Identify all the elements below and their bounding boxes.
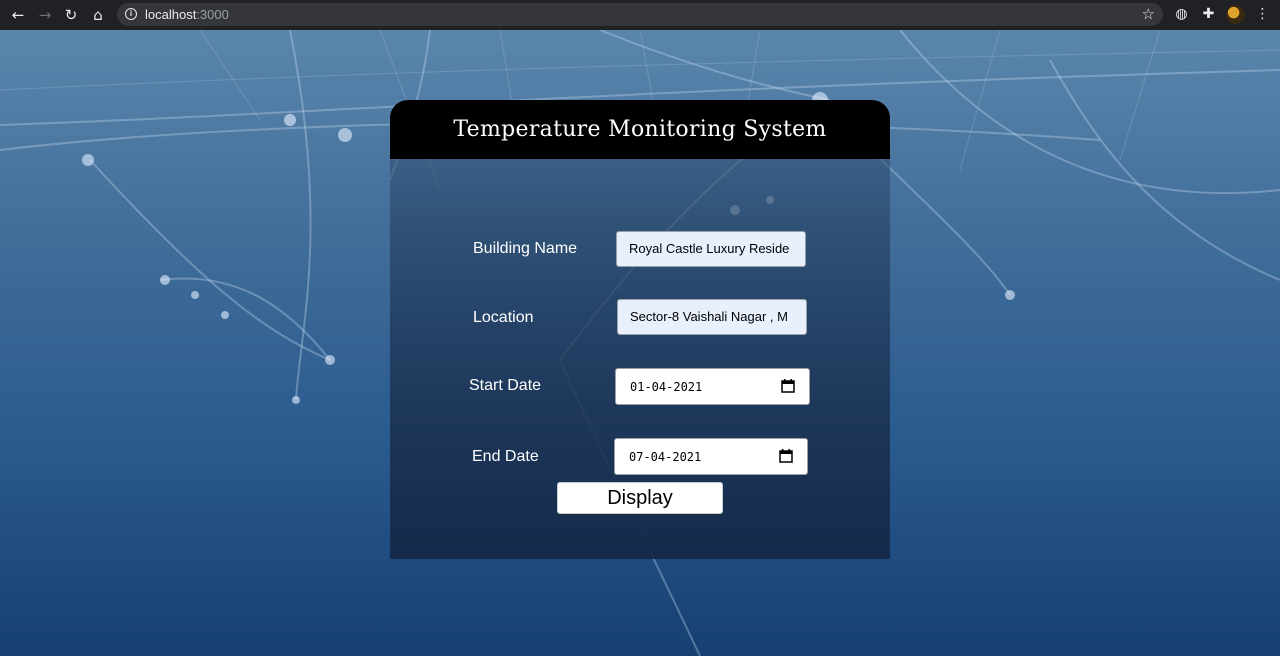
extensions-icon[interactable]: ✚ [1200,6,1217,23]
star-icon[interactable]: ☆ [1142,5,1155,23]
back-icon[interactable]: ← [10,7,26,23]
calendar-icon[interactable] [779,449,793,463]
building-name-label: Building Name [473,240,578,257]
card-header: Temperature Monitoring System [390,100,890,159]
reload-icon[interactable]: ↻ [63,7,79,23]
url-host: localhost [145,7,197,22]
calendar-icon[interactable] [781,379,795,393]
url-text[interactable]: localhost:3000 [145,7,229,22]
start-date-input[interactable]: 01-04-2021 [615,368,810,405]
end-date-value: 07-04-2021 [629,450,702,464]
start-date-label: Start Date [469,377,542,394]
browser-toolbar: ← → ↻ ⌂ i localhost:3000 ☆ ◍ ✚ ⋮ [0,0,1280,30]
url-port: :3000 [196,7,229,22]
menu-icon[interactable]: ⋮ [1254,6,1271,23]
home-icon[interactable]: ⌂ [90,7,106,23]
address-bar[interactable]: i localhost:3000 ☆ [117,3,1163,26]
globe-icon[interactable]: ◍ [1173,6,1190,23]
building-name-input[interactable]: Royal Castle Luxury Reside [616,231,806,267]
info-icon[interactable]: i [125,8,137,20]
location-input[interactable]: Sector-8 Vaishali Nagar , M [617,299,807,335]
display-button[interactable]: Display [557,482,723,514]
end-date-input[interactable]: 07-04-2021 [614,438,808,475]
page-title: Temperature Monitoring System [453,117,827,142]
avatar[interactable] [1226,5,1245,24]
forward-icon[interactable]: → [37,7,53,23]
end-date-label: End Date [472,448,539,465]
start-date-value: 01-04-2021 [630,380,703,394]
location-label: Location [473,309,534,326]
